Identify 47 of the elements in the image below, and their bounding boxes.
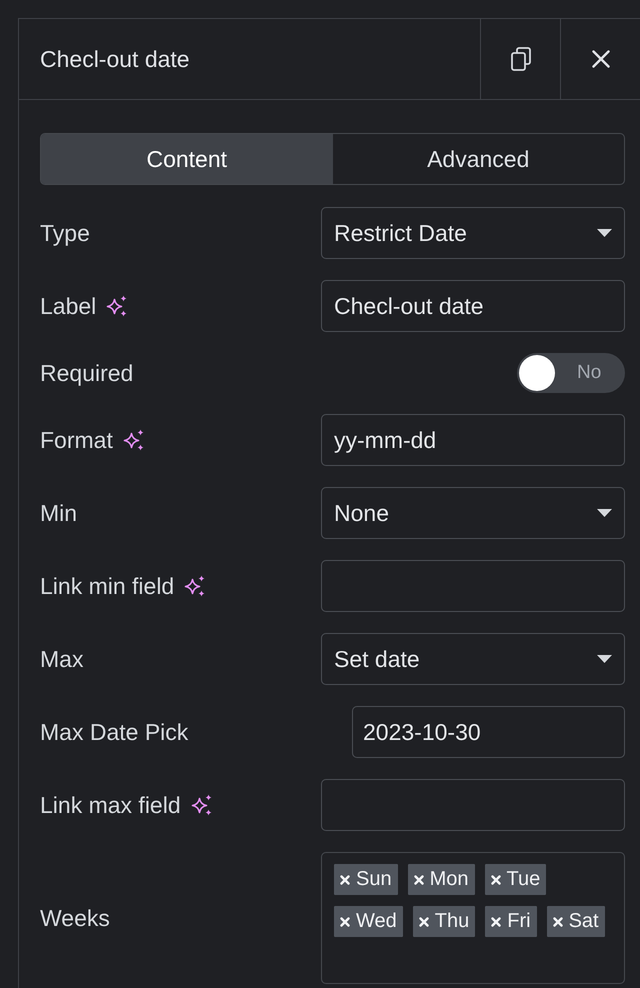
field-label: Max (40, 646, 84, 672)
tab[interactable]: Advanced (332, 134, 624, 184)
field-label: Type (40, 220, 90, 246)
remove-icon[interactable] (414, 874, 424, 884)
text-field[interactable]: yy-mm-dd (321, 414, 625, 466)
toggle-switch[interactable]: No (517, 353, 625, 393)
remove-icon[interactable] (552, 916, 563, 926)
tags-field[interactable]: Sun Mon Tue Wed Thu Fri Sat (321, 852, 625, 984)
sparkle-icon[interactable] (190, 794, 213, 816)
remove-icon[interactable] (490, 874, 500, 884)
day-label: Sun (356, 868, 392, 891)
field-label: Weeks (40, 904, 110, 932)
day-label: Mon (430, 868, 468, 891)
select-field[interactable]: Set date (321, 633, 625, 685)
tab[interactable]: Content (41, 134, 332, 184)
caret-icon (597, 655, 612, 663)
remove-icon[interactable] (340, 874, 350, 884)
copy-icon (510, 47, 530, 71)
field-label: Label (40, 292, 96, 320)
remove-icon[interactable] (418, 916, 429, 926)
panel-title: Checl-out date (40, 46, 190, 72)
select-field[interactable]: Restrict Date (321, 207, 625, 259)
field-label: Min (40, 500, 78, 526)
date-field[interactable]: 2023-10-30 (352, 706, 625, 758)
sparkle-icon[interactable] (122, 429, 145, 451)
toggle-knob[interactable] (519, 355, 555, 391)
sparkle-icon[interactable] (106, 295, 128, 317)
text-field[interactable] (321, 779, 625, 831)
field-label: Max Date Pick (40, 718, 188, 746)
caret-icon (597, 509, 612, 517)
sparkle-icon[interactable] (184, 575, 206, 597)
text-field[interactable]: Checl-out date (321, 280, 625, 332)
day-label: Wed (356, 910, 397, 933)
day-label: Sat (568, 910, 599, 933)
remove-icon[interactable] (491, 916, 502, 926)
field-label: Format (40, 426, 113, 454)
field-label: Required (40, 360, 134, 386)
day-label: Tue (506, 868, 540, 891)
day-label: Thu (434, 910, 470, 933)
caret-icon (597, 229, 612, 237)
select-field[interactable]: None (321, 487, 625, 539)
close-icon (592, 50, 610, 68)
field-label: Link min field (40, 572, 174, 600)
day-label: Fri (507, 910, 531, 933)
remove-icon[interactable] (340, 916, 350, 926)
field-label: Link max field (40, 792, 181, 818)
text-field[interactable] (321, 560, 625, 612)
